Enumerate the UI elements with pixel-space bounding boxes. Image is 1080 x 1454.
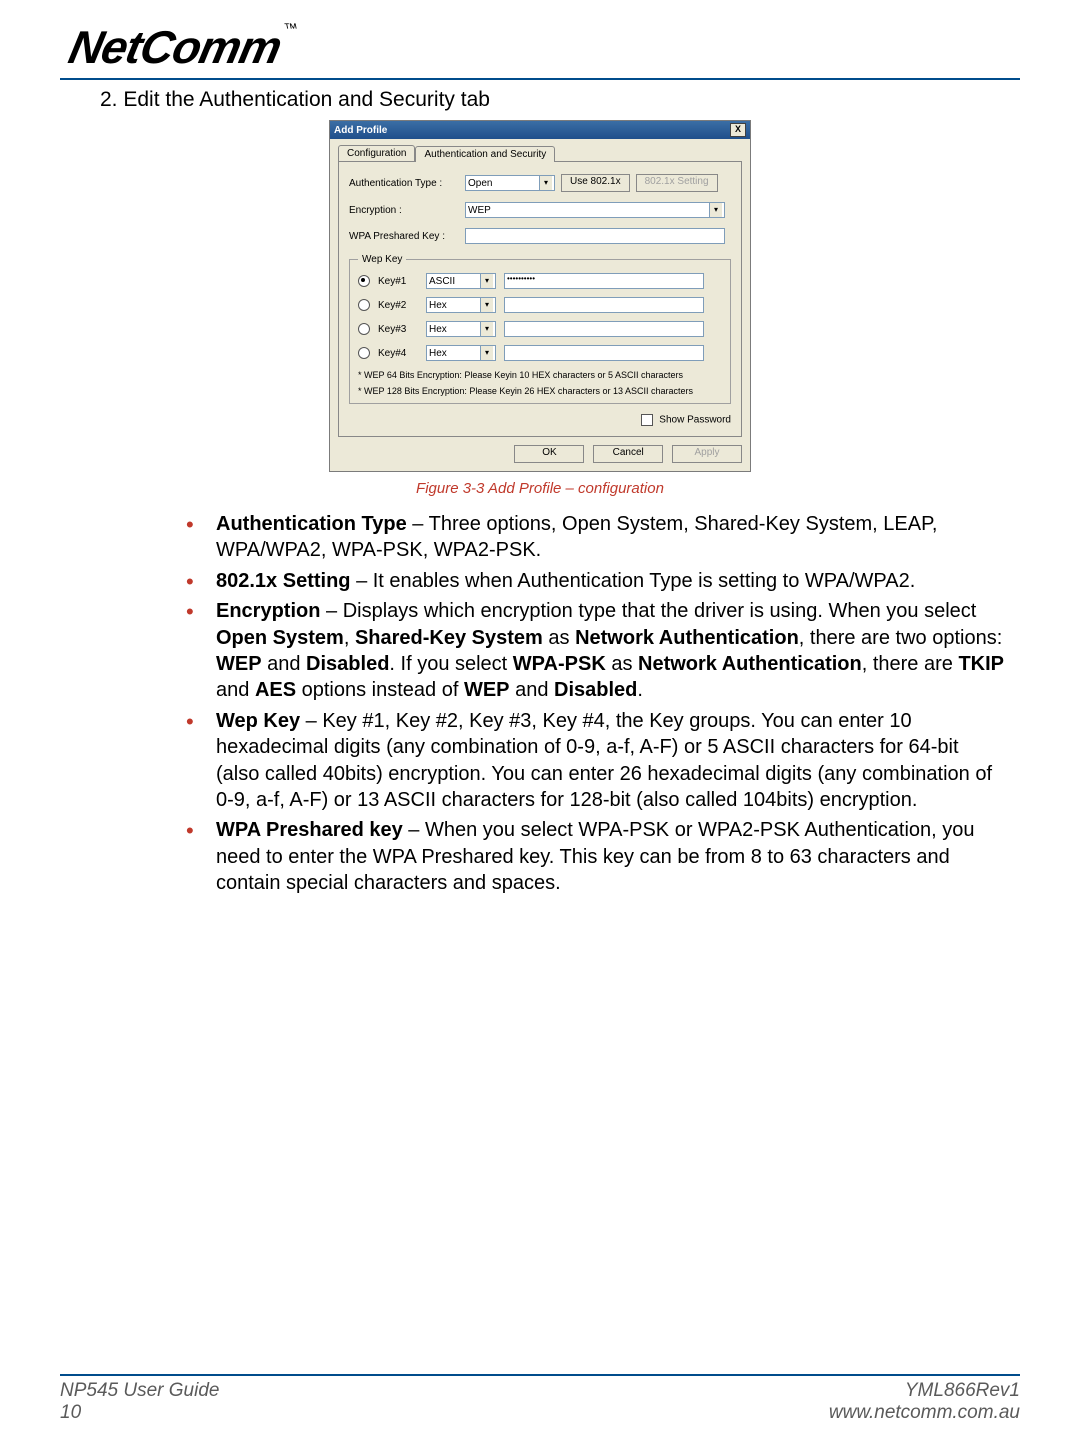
show-password-checkbox[interactable] [641,414,653,426]
auth-type-select[interactable]: Open▾ [465,175,555,191]
key2-radio[interactable] [358,299,370,311]
tab-configuration[interactable]: Configuration [338,145,415,161]
step-heading: 2. Edit the Authentication and Security … [100,88,1020,112]
show-password-label: Show Password [659,415,731,426]
key4-format-select[interactable]: Hex▾ [426,345,496,361]
bullet-8021x: 802.1x Setting – It enables when Authent… [180,568,1004,594]
chevron-down-icon: ▾ [539,176,552,190]
wpa-key-label: WPA Preshared Key : [349,231,459,242]
dialog-titlebar: Add Profile X [330,121,750,139]
wpa-key-input[interactable] [465,228,725,244]
8021x-setting-button: 802.1x Setting [636,174,718,192]
wep-note-64: * WEP 64 Bits Encryption: Please Keyin 1… [358,369,722,381]
wep-note-128: * WEP 128 Bits Encryption: Please Keyin … [358,385,722,397]
key1-radio[interactable] [358,275,370,287]
auth-type-label: Authentication Type : [349,178,459,189]
ok-button[interactable]: OK [514,445,584,463]
key1-input[interactable]: •••••••••• [504,273,704,289]
footer-rule [60,1374,1020,1376]
key2-format-select[interactable]: Hex▾ [426,297,496,313]
footer-url: www.netcomm.com.au [829,1402,1020,1424]
key3-format-select[interactable]: Hex▾ [426,321,496,337]
encryption-label: Encryption : [349,205,459,216]
brand-logo: NetComm™ [60,20,1020,74]
wep-key-group: Wep Key Key#1 ASCII▾ •••••••••• Key#2 He… [349,254,731,404]
footer-rev: YML866Rev1 [829,1380,1020,1402]
add-profile-dialog: Add Profile X Configuration Authenticati… [329,120,751,472]
key1-label: Key#1 [378,276,418,287]
content-list: Authentication Type – Three options, Ope… [60,511,1020,896]
header-rule [60,78,1020,80]
bullet-wep-key: Wep Key – Key #1, Key #2, Key #3, Key #4… [180,708,1004,814]
bullet-wpa-key: WPA Preshared key – When you select WPA-… [180,817,1004,896]
key4-input[interactable] [504,345,704,361]
tab-auth-security[interactable]: Authentication and Security [415,146,555,162]
chevron-down-icon: ▾ [709,203,722,217]
wep-legend: Wep Key [358,254,406,265]
close-icon[interactable]: X [730,123,746,137]
key3-radio[interactable] [358,323,370,335]
figure-caption: Figure 3-3 Add Profile – configuration [60,480,1020,497]
key4-radio[interactable] [358,347,370,359]
key2-input[interactable] [504,297,704,313]
apply-button: Apply [672,445,742,463]
key1-format-select[interactable]: ASCII▾ [426,273,496,289]
bullet-encryption: Encryption – Displays which encryption t… [180,598,1004,704]
key2-label: Key#2 [378,300,418,311]
tab-pane: Authentication Type : Open▾ Use 802.1x 8… [338,161,742,437]
page-footer: NP545 User Guide 10 YML866Rev1 www.netco… [60,1374,1020,1424]
bullet-auth-type: Authentication Type – Three options, Ope… [180,511,1004,564]
use-8021x-button[interactable]: Use 802.1x [561,174,630,192]
key3-label: Key#3 [378,324,418,335]
dialog-title: Add Profile [334,125,387,136]
key3-input[interactable] [504,321,704,337]
show-password-row: Show Password [349,414,731,426]
footer-guide: NP545 User Guide [60,1380,219,1402]
footer-page: 10 [60,1402,219,1424]
key4-label: Key#4 [378,348,418,359]
cancel-button[interactable]: Cancel [593,445,663,463]
encryption-select[interactable]: WEP▾ [465,202,725,218]
